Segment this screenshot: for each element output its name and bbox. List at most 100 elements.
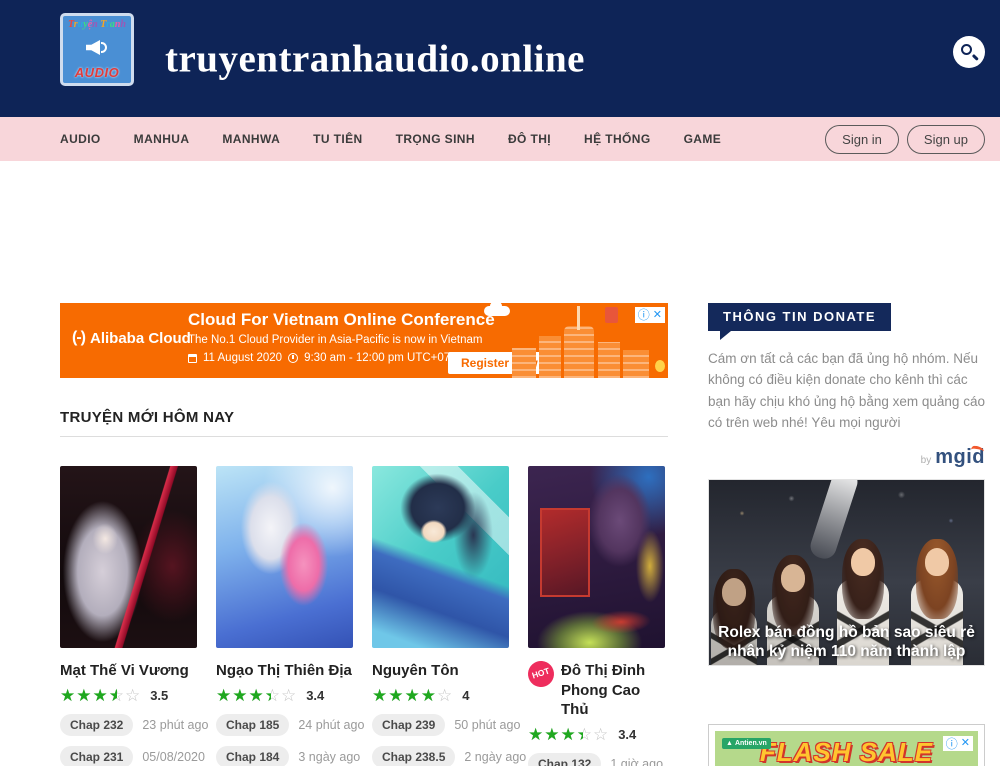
comic-card[interactable]: Ngạo Thị Thiên Địa ☆☆☆☆☆ ★★★★★ 3.4 Chap …	[216, 466, 353, 766]
ad-info-icon[interactable]: ⓘ	[946, 738, 958, 750]
chapter-badge[interactable]: Chap 132	[528, 753, 601, 766]
spire-shape	[577, 306, 580, 330]
banner-ad-brand-name: Alibaba Cloud	[90, 330, 191, 347]
chapter-badge[interactable]: Chap 185	[216, 714, 289, 736]
nav-item-audio[interactable]: AUDIO	[60, 132, 101, 146]
mgid-by-label: by	[921, 455, 932, 466]
comic-title[interactable]: Nguyên Tôn	[372, 661, 509, 681]
chapter-row[interactable]: Chap 184 3 ngày ago	[216, 746, 353, 766]
hot-badge: HOT	[525, 658, 558, 691]
ad-close-icon[interactable]: ✕	[653, 310, 662, 321]
sign-in-button[interactable]: Sign in	[825, 125, 899, 154]
star-rating: ☆☆☆☆☆ ★★★★★ 3.5	[60, 687, 197, 704]
banner-ad-date: 11 August 2020	[203, 352, 282, 364]
comic-card[interactable]: HOT Đô Thị Đỉnh Phong Cao Thủ ☆☆☆☆☆ ★★★★…	[528, 466, 665, 766]
comic-cover[interactable]	[60, 466, 197, 648]
sidebar-photo-ad[interactable]: Rolex bán đồng hồ bản sao siêu rẻ nhân k…	[708, 479, 985, 666]
stars-filled-icons: ★★★★★	[372, 687, 437, 704]
rating-value: 4	[462, 688, 469, 703]
chapter-row[interactable]: Chap 185 24 phút ago	[216, 714, 353, 736]
comic-title[interactable]: Mạt Thế Vi Vương	[60, 661, 197, 681]
chapter-badge[interactable]: Chap 231	[60, 746, 133, 766]
logo-audio-label: AUDIO	[75, 65, 119, 80]
ad-close-icon[interactable]: ✕	[961, 738, 970, 749]
mgid-smile-icon	[971, 446, 985, 454]
banner-ad-subline: The No.1 Cloud Provider in Asia-Pacific …	[188, 334, 518, 346]
nav-item-do-thi[interactable]: ĐÔ THỊ	[508, 132, 551, 146]
star-rating: ☆☆☆☆☆ ★★★★★ 4	[372, 687, 509, 704]
comic-card[interactable]: Nguyên Tôn ☆☆☆☆☆ ★★★★★ 4 Chap 239 50 phú…	[372, 466, 509, 766]
donate-title-ribbon: THÔNG TIN DONATE	[708, 303, 891, 331]
lantern-shape	[605, 307, 618, 323]
advertiser-name: Antien.vn	[735, 740, 767, 747]
nav-item-he-thong[interactable]: HỆ THỐNG	[584, 132, 651, 146]
comic-cover[interactable]	[372, 466, 509, 648]
nav-item-tu-tien[interactable]: TU TIÊN	[313, 132, 362, 146]
stars-filled-icons: ★★★★★	[528, 726, 583, 743]
auth-buttons: Sign in Sign up	[825, 125, 985, 154]
chapter-badge[interactable]: Chap 232	[60, 714, 133, 736]
chapter-row[interactable]: Chap 239 50 phút ago	[372, 714, 509, 736]
search-button[interactable]	[953, 36, 985, 68]
chapter-row[interactable]: Chap 232 23 phút ago	[60, 714, 197, 736]
chapter-row[interactable]: Chap 238.5 2 ngày ago	[372, 746, 509, 766]
comic-title-text[interactable]: Đô Thị Đỉnh Phong Cao Thủ	[561, 661, 665, 720]
chapter-badge[interactable]: Chap 239	[372, 714, 445, 736]
triangle-icon: ▲	[726, 740, 733, 747]
calendar-icon	[188, 354, 197, 363]
site-logo[interactable]: Truyện Tranh AUDIO	[60, 13, 134, 86]
flash-sale-ad[interactable]: ▲ Antien.vn FLASH SALE XEM NGAY ⓘ ✕	[708, 724, 985, 766]
chapter-row[interactable]: Chap 231 05/08/2020	[60, 746, 197, 766]
chapter-row[interactable]: Chap 132 1 giờ ago	[528, 753, 665, 766]
nav-item-trong-sinh[interactable]: TRỌNG SINH	[396, 132, 475, 146]
chapter-time: 2 ngày ago	[464, 750, 526, 764]
banner-ad-brand: (-) Alibaba Cloud	[72, 329, 191, 347]
chapter-list: Chap 239 50 phút ago Chap 238.5 2 ngày a…	[372, 714, 509, 766]
comics-row: Mạt Thế Vi Vương ☆☆☆☆☆ ★★★★★ 3.5 Chap 23…	[60, 466, 668, 766]
left-column: (-) Alibaba Cloud Cloud For Vietnam Onli…	[60, 303, 668, 766]
advertiser-badge: ▲ Antien.vn	[722, 738, 771, 749]
chapter-time: 3 ngày ago	[298, 750, 360, 764]
comic-title-text[interactable]: Ngạo Thị Thiên Địa	[216, 661, 352, 681]
chapter-list: Chap 232 23 phút ago Chap 231 05/08/2020	[60, 714, 197, 766]
mgid-logo: mgid	[935, 446, 985, 469]
chapter-list: Chap 185 24 phút ago Chap 184 3 ngày ago	[216, 714, 353, 766]
banner-ad-time: 9:30 am - 12:00 pm UTC+07:00	[304, 352, 466, 364]
nav-item-manhua[interactable]: MANHUA	[134, 132, 190, 146]
donate-text: Cám ơn tất cả các bạn đã ủng hộ nhóm. Nế…	[708, 348, 985, 433]
rating-value: 3.4	[306, 688, 324, 703]
main-nav: AUDIO MANHUA MANHWA TU TIÊN TRỌNG SINH Đ…	[0, 117, 1000, 161]
banner-ad[interactable]: (-) Alibaba Cloud Cloud For Vietnam Onli…	[60, 303, 668, 378]
ad-choices-chip: ⓘ ✕	[943, 736, 973, 751]
comic-title[interactable]: Ngạo Thị Thiên Địa	[216, 661, 353, 681]
comic-title[interactable]: HOT Đô Thị Đỉnh Phong Cao Thủ	[528, 661, 665, 720]
alibaba-cloud-icon: (-)	[72, 329, 85, 347]
chapter-badge[interactable]: Chap 184	[216, 746, 289, 766]
chapter-list: Chap 132 1 giờ ago Chap 131 05/08/2020	[528, 753, 665, 766]
nav-item-game[interactable]: GAME	[684, 132, 722, 146]
chapter-badge[interactable]: Chap 238.5	[372, 746, 455, 766]
rating-value: 3.4	[618, 727, 636, 742]
chapter-time: 05/08/2020	[142, 750, 205, 764]
star-rating: ☆☆☆☆☆ ★★★★★ 3.4	[216, 687, 353, 704]
section-title: TRUYỆN MỚI HÔM NAY	[60, 409, 668, 437]
flash-sale-inner: ▲ Antien.vn FLASH SALE XEM NGAY ⓘ ✕	[715, 731, 978, 766]
search-icon	[961, 44, 972, 55]
chapter-time: 23 phút ago	[142, 718, 208, 732]
stars-filled-icons: ★★★★★	[60, 687, 117, 704]
comic-title-text[interactable]: Mạt Thế Vi Vương	[60, 661, 189, 681]
sign-up-button[interactable]: Sign up	[907, 125, 985, 154]
site-title[interactable]: truyentranhaudio.online	[165, 36, 585, 81]
comic-cover[interactable]	[528, 466, 665, 648]
ad-info-icon[interactable]: ⓘ	[638, 309, 650, 321]
mgid-attribution[interactable]: by mgid	[708, 446, 985, 469]
site-header: Truyện Tranh AUDIO truyentranhaudio.onli…	[0, 0, 1000, 117]
rating-value: 3.5	[150, 688, 168, 703]
comic-card[interactable]: Mạt Thế Vi Vương ☆☆☆☆☆ ★★★★★ 3.5 Chap 23…	[60, 466, 197, 766]
main-content: (-) Alibaba Cloud Cloud For Vietnam Onli…	[0, 161, 1000, 766]
nav-item-manhwa[interactable]: MANHWA	[222, 132, 280, 146]
clock-icon	[288, 353, 298, 363]
comic-title-text[interactable]: Nguyên Tôn	[372, 661, 459, 681]
comic-cover[interactable]	[216, 466, 353, 648]
tree-shape	[654, 360, 666, 378]
